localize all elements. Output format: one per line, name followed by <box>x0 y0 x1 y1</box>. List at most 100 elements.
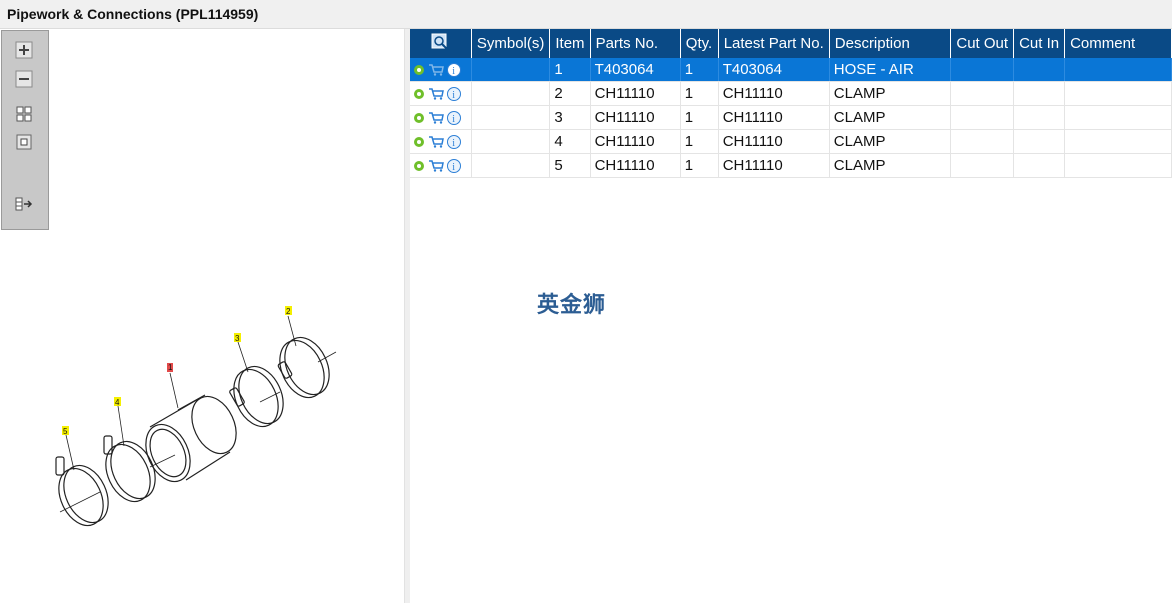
cart-icon[interactable] <box>428 136 444 148</box>
cell-parts-no: T403064 <box>590 58 681 82</box>
table-row[interactable]: i 1 T403064 1 T403064 HOSE - AIR <box>410 58 1172 82</box>
row-actions: i <box>410 105 472 130</box>
info-icon[interactable]: i <box>447 87 461 102</box>
parts-table: Symbol(s) Item Parts No. Qty. Latest Par… <box>410 29 1172 178</box>
cell-symbols <box>471 58 551 82</box>
page-title: Pipework & Connections (PPL114959) <box>7 6 259 22</box>
cell-symbols <box>471 81 551 106</box>
cell-qty: 1 <box>680 129 719 154</box>
cell-latest-part-no: CH11110 <box>718 105 830 130</box>
cell-qty: 1 <box>680 153 719 178</box>
row-actions: i <box>410 129 472 154</box>
svg-text:i: i <box>452 90 455 101</box>
search-icon[interactable] <box>431 33 449 51</box>
cell-cut-in <box>1013 81 1066 106</box>
cell-cut-in <box>1013 129 1066 154</box>
cell-comment <box>1064 153 1172 178</box>
cell-symbols <box>471 105 551 130</box>
table-row[interactable]: i 4 CH11110 1 CH11110 CLAMP <box>410 129 1172 154</box>
cell-description: CLAMP <box>829 105 952 130</box>
cart-icon[interactable] <box>428 64 444 76</box>
viewer-toolbox <box>1 30 49 230</box>
cell-cut-out <box>950 153 1015 178</box>
header-qty[interactable]: Qty. <box>680 29 719 58</box>
cell-symbols <box>471 153 551 178</box>
header-cut-out[interactable]: Cut Out <box>950 29 1015 58</box>
cell-cut-in <box>1013 105 1066 130</box>
cell-comment <box>1064 105 1172 130</box>
table-row[interactable]: i 5 CH11110 1 CH11110 CLAMP <box>410 153 1172 178</box>
zoom-in-icon[interactable] <box>15 41 33 59</box>
fit-all-icon[interactable] <box>15 105 33 123</box>
cell-item: 2 <box>549 81 591 106</box>
callout-5-label: 5 <box>63 427 68 436</box>
parts-list: Symbol(s) Item Parts No. Qty. Latest Par… <box>410 29 1172 178</box>
gear-icon[interactable] <box>413 64 425 76</box>
cell-item: 5 <box>549 153 591 178</box>
cell-parts-no: CH11110 <box>590 105 681 130</box>
svg-text:i: i <box>452 66 455 77</box>
cart-icon[interactable] <box>428 112 444 124</box>
watermark: 英金狮 <box>537 293 607 318</box>
cell-cut-out <box>950 105 1015 130</box>
info-icon[interactable]: i <box>447 159 461 174</box>
header-symbols[interactable]: Symbol(s) <box>471 29 551 58</box>
cell-comment <box>1064 58 1172 82</box>
gear-icon[interactable] <box>413 160 425 172</box>
info-icon[interactable]: i <box>447 111 461 126</box>
svg-text:i: i <box>452 114 455 125</box>
header-item[interactable]: Item <box>549 29 591 58</box>
cell-qty: 1 <box>680 81 719 106</box>
cell-latest-part-no: CH11110 <box>718 81 830 106</box>
cell-cut-out <box>950 58 1015 82</box>
table-row[interactable]: i 2 CH11110 1 CH11110 CLAMP <box>410 81 1172 106</box>
callout-1-label: 1 <box>168 363 173 372</box>
gear-icon[interactable] <box>413 112 425 124</box>
header-cut-in[interactable]: Cut In <box>1013 29 1066 58</box>
cell-item: 3 <box>549 105 591 130</box>
cell-description: HOSE - AIR <box>829 58 952 82</box>
cart-icon[interactable] <box>428 160 444 172</box>
cell-comment <box>1064 81 1172 106</box>
cell-item: 1 <box>549 58 591 82</box>
header-description[interactable]: Description <box>829 29 952 58</box>
cell-comment <box>1064 129 1172 154</box>
header-parts-no[interactable]: Parts No. <box>590 29 681 58</box>
header-search[interactable] <box>410 29 472 58</box>
cell-cut-out <box>950 129 1015 154</box>
cell-parts-no: CH11110 <box>590 153 681 178</box>
cell-parts-no: CH11110 <box>590 81 681 106</box>
info-icon[interactable]: i <box>447 63 461 78</box>
cell-latest-part-no: CH11110 <box>718 129 830 154</box>
cell-qty: 1 <box>680 58 719 82</box>
svg-text:i: i <box>452 162 455 173</box>
callout-3-label: 3 <box>235 334 240 343</box>
callout-4-label: 4 <box>115 398 120 407</box>
fit-selection-icon[interactable] <box>15 133 33 151</box>
header-comment[interactable]: Comment <box>1064 29 1172 58</box>
gear-icon[interactable] <box>413 88 425 100</box>
export-icon[interactable] <box>15 195 33 213</box>
info-icon[interactable]: i <box>447 135 461 150</box>
row-actions: i <box>410 58 472 82</box>
cart-icon[interactable] <box>428 88 444 100</box>
svg-text:i: i <box>452 138 455 149</box>
cell-latest-part-no: T403064 <box>718 58 830 82</box>
cell-parts-no: CH11110 <box>590 129 681 154</box>
cell-cut-in <box>1013 58 1066 82</box>
cell-cut-out <box>950 81 1015 106</box>
zoom-out-icon[interactable] <box>15 70 33 88</box>
gear-icon[interactable] <box>413 136 425 148</box>
callout-2-label: 2 <box>286 307 291 316</box>
title-bar: Pipework & Connections (PPL114959) <box>0 0 1172 29</box>
cell-symbols <box>471 129 551 154</box>
cell-description: CLAMP <box>829 81 952 106</box>
row-actions: i <box>410 81 472 106</box>
cell-description: CLAMP <box>829 153 952 178</box>
header-latest-part-no[interactable]: Latest Part No. <box>718 29 830 58</box>
exploded-parts-diagram: 1 2 3 4 5 <box>55 306 337 527</box>
table-header-row: Symbol(s) Item Parts No. Qty. Latest Par… <box>410 29 1172 58</box>
table-row[interactable]: i 3 CH11110 1 CH11110 CLAMP <box>410 105 1172 130</box>
cell-description: CLAMP <box>829 129 952 154</box>
row-actions: i <box>410 153 472 178</box>
